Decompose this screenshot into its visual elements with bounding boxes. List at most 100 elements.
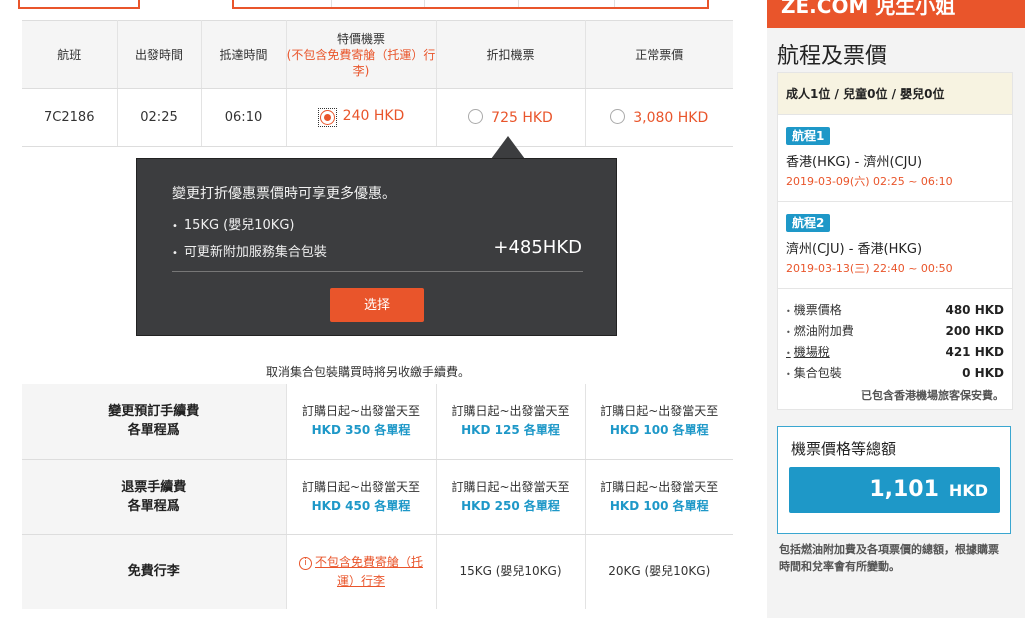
fee-cell: 訂購日起~出發當天至 HKD 350 各單程 bbox=[286, 384, 437, 460]
upsell-popup: 變更打折優惠票價時可享更多優惠。 15KG (嬰兒10KG) 可更新附加服務集合… bbox=[136, 158, 617, 336]
trip-2: 航程2 濟州(CJU) - 香港(HKG) 2019-03-13(三) 22:4… bbox=[778, 202, 1012, 289]
popup-benefit-item: 15KG (嬰兒10KG) bbox=[172, 217, 327, 244]
trip-badge: 航程2 bbox=[786, 214, 831, 232]
panel-title: 航程及票價 bbox=[777, 44, 888, 69]
header-special: 特價機票 (不包含免費寄艙（托運）行李) bbox=[286, 20, 437, 89]
cost-label: 集合包裝 bbox=[786, 364, 842, 381]
trip-route: 香港(HKG) - 濟州(CJU) bbox=[786, 155, 923, 170]
fee-cell: 訂購日起~出發當天至 HKD 100 各單程 bbox=[585, 459, 733, 535]
header-arrive: 抵達時間 bbox=[201, 20, 287, 89]
fee-period: 訂購日起~出發當天至 bbox=[451, 479, 570, 494]
fee-row-refund: 退票手續費 各單程爲 訂購日起~出發當天至 HKD 450 各單程 訂購日起~出發… bbox=[22, 459, 733, 535]
tab-separator bbox=[331, 0, 332, 7]
trip-badge: 航程1 bbox=[786, 127, 831, 145]
fare-table-header: 航班 出發時間 抵達時間 特價機票 (不包含免費寄艙（托運）行李) 折扣機票 正… bbox=[22, 20, 733, 89]
info-icon: i bbox=[298, 556, 312, 570]
cost-label: 機票價格 bbox=[786, 301, 842, 318]
airport-tax-link[interactable]: 機場稅 bbox=[786, 343, 830, 360]
fee-period: 訂購日起~出發當天至 bbox=[301, 479, 421, 494]
itinerary-panel: ZE.COM 児生小姐 航程及票價 成人1位 / 兒童0位 / 嬰兒0位 航程1… bbox=[767, 0, 1025, 618]
date-tab-selected[interactable] bbox=[18, 0, 140, 9]
fee-row-change: 變更預訂手續費 各單程爲 訂購日起~出發當天至 HKD 350 各單程 訂購日起~… bbox=[22, 384, 733, 460]
depart-time: 02:25 bbox=[117, 88, 202, 147]
fee-amount: HKD 250 各單程 bbox=[461, 498, 560, 513]
header-special-title: 特價機票 bbox=[336, 31, 385, 46]
header-depart: 出發時間 bbox=[117, 20, 202, 89]
header-flight: 航班 bbox=[22, 20, 118, 89]
special-fare-radio[interactable] bbox=[319, 110, 335, 125]
fare-row: 7C2186 02:25 06:10 240 HKD 725 HKD 3,080… bbox=[22, 88, 733, 147]
normal-fare-price: 3,080 HKD bbox=[633, 110, 709, 126]
fee-row-baggage: 免費行李 i 不包含免費寄艙（托 運）行李 15KG (嬰兒10KG) 20KG … bbox=[22, 534, 733, 609]
fee-cell: 訂購日起~出發當天至 HKD 450 各單程 bbox=[286, 459, 437, 535]
fee-label-line: 變更預訂手續費 bbox=[108, 404, 200, 420]
fee-table: 變更預訂手續費 各單程爲 訂購日起~出發當天至 HKD 350 各單程 訂購日起~… bbox=[22, 384, 733, 609]
popup-extra-price: +485HKD bbox=[493, 237, 582, 258]
flight-number: 7C2186 bbox=[22, 88, 118, 147]
total-label: 機票價格等總額 bbox=[791, 440, 897, 458]
total-box: 機票價格等總額 1,101 HKD bbox=[777, 426, 1011, 534]
cost-value: 480 HKD bbox=[945, 302, 1004, 317]
tab-separator bbox=[518, 0, 519, 7]
popup-title: 變更打折優惠票價時可享更多優惠。 bbox=[172, 186, 396, 202]
baggage-normal: 20KG (嬰兒10KG) bbox=[608, 564, 711, 579]
cost-row: 機場稅 421 HKD bbox=[786, 341, 1004, 362]
tax-note: 已包含香港機場旅客保安費。 bbox=[861, 389, 1004, 402]
baggage-special[interactable]: i 不包含免費寄艙（托 運）行李 bbox=[286, 534, 437, 609]
cost-value: 200 HKD bbox=[945, 323, 1004, 338]
popup-benefit-item: 可更新附加服務集合包裝 bbox=[172, 244, 327, 271]
fee-period: 訂購日起~出發當天至 bbox=[451, 404, 570, 419]
cost-row: 集合包裝 0 HKD bbox=[786, 362, 1004, 383]
trip-1: 航程1 香港(HKG) - 濟州(CJU) 2019-03-09(六) 02:2… bbox=[778, 115, 1012, 202]
fee-cell: 訂購日起~出發當天至 HKD 250 各單程 bbox=[436, 459, 586, 535]
header-special-sub: (不包含免費寄艙（托運）行李) bbox=[286, 47, 436, 78]
fee-period: 訂購日起~出發當天至 bbox=[600, 404, 719, 419]
baggage-special-link-2[interactable]: 運）行李 bbox=[337, 574, 385, 588]
select-upgrade-button[interactable]: 选择 bbox=[330, 288, 424, 322]
fee-label-line: 各單程爲 bbox=[127, 498, 180, 514]
special-fare-radio-focus bbox=[317, 108, 337, 127]
tab-separator bbox=[424, 0, 425, 7]
baggage-special-link[interactable]: 不包含免費寄艙（托 bbox=[315, 555, 423, 569]
passenger-count: 成人1位 / 兒童0位 / 嬰兒0位 bbox=[778, 73, 1012, 115]
fare-summary: 成人1位 / 兒童0位 / 嬰兒0位 航程1 香港(HKG) - 濟州(CJU)… bbox=[777, 72, 1013, 410]
header-discount: 折扣機票 bbox=[436, 20, 586, 89]
fee-amount: HKD 100 各單程 bbox=[609, 423, 709, 438]
baggage-discount: 15KG (嬰兒10KG) bbox=[436, 534, 586, 609]
popup-benefit-list: 15KG (嬰兒10KG) 可更新附加服務集合包裝 bbox=[172, 217, 327, 271]
popup-arrow bbox=[491, 136, 525, 159]
fee-label: 退票手續費 各單程爲 bbox=[22, 459, 287, 535]
fee-label-line: 退票手續費 bbox=[121, 479, 187, 495]
brand-text: ZE.COM 児生小姐 bbox=[781, 0, 956, 18]
fee-amount: HKD 450 各單程 bbox=[311, 498, 411, 513]
total-price: 1,101 HKD bbox=[789, 467, 1000, 513]
header-normal: 正常票價 bbox=[585, 20, 733, 89]
cost-value: 421 HKD bbox=[945, 344, 1004, 359]
tab-separator bbox=[614, 0, 615, 7]
normal-fare-option[interactable]: 3,080 HKD bbox=[585, 88, 733, 147]
fee-amount: HKD 125 各單程 bbox=[461, 423, 560, 438]
cost-row: 機票價格 480 HKD bbox=[786, 299, 1004, 320]
brand-bar: ZE.COM 児生小姐 bbox=[767, 0, 1025, 28]
trip-time: 2019-03-13(三) 22:40 ~ 00:50 bbox=[786, 262, 953, 275]
total-currency: HKD bbox=[948, 481, 988, 500]
cost-value: 0 HKD bbox=[962, 365, 1004, 380]
arrive-time: 06:10 bbox=[201, 88, 287, 147]
fee-amount: HKD 350 各單程 bbox=[311, 423, 411, 438]
date-tabs-group[interactable] bbox=[232, 0, 709, 9]
special-fare-price: 240 HKD bbox=[342, 108, 405, 124]
cost-breakdown: 機票價格 480 HKD 燃油附加費 200 HKD 機場稅 421 HKD 集合包裝… bbox=[778, 289, 1012, 409]
fee-period: 訂購日起~出發當天至 bbox=[600, 479, 719, 494]
special-fare-option[interactable]: 240 HKD bbox=[286, 88, 437, 147]
trip-time: 2019-03-09(六) 02:25 ~ 06:10 bbox=[786, 175, 953, 188]
cancel-note-text: 取消集合包裝購買時將另收繳手續費。 bbox=[266, 365, 471, 379]
trip-route: 濟州(CJU) - 香港(HKG) bbox=[786, 242, 923, 257]
cost-row: 燃油附加費 200 HKD bbox=[786, 320, 1004, 341]
fee-label: 變更預訂手續費 各單程爲 bbox=[22, 384, 287, 460]
baggage-label: 免費行李 bbox=[22, 534, 287, 609]
fee-label-line: 各單程爲 bbox=[127, 423, 180, 439]
normal-fare-radio[interactable] bbox=[610, 109, 626, 124]
fee-cell: 訂購日起~出發當天至 HKD 125 各單程 bbox=[436, 384, 586, 460]
discount-fare-radio[interactable] bbox=[468, 109, 484, 124]
price-disclaimer: 包括燃油附加費及各項票價的總額，根據購票時間和兌率會有所變動。 bbox=[779, 543, 999, 573]
